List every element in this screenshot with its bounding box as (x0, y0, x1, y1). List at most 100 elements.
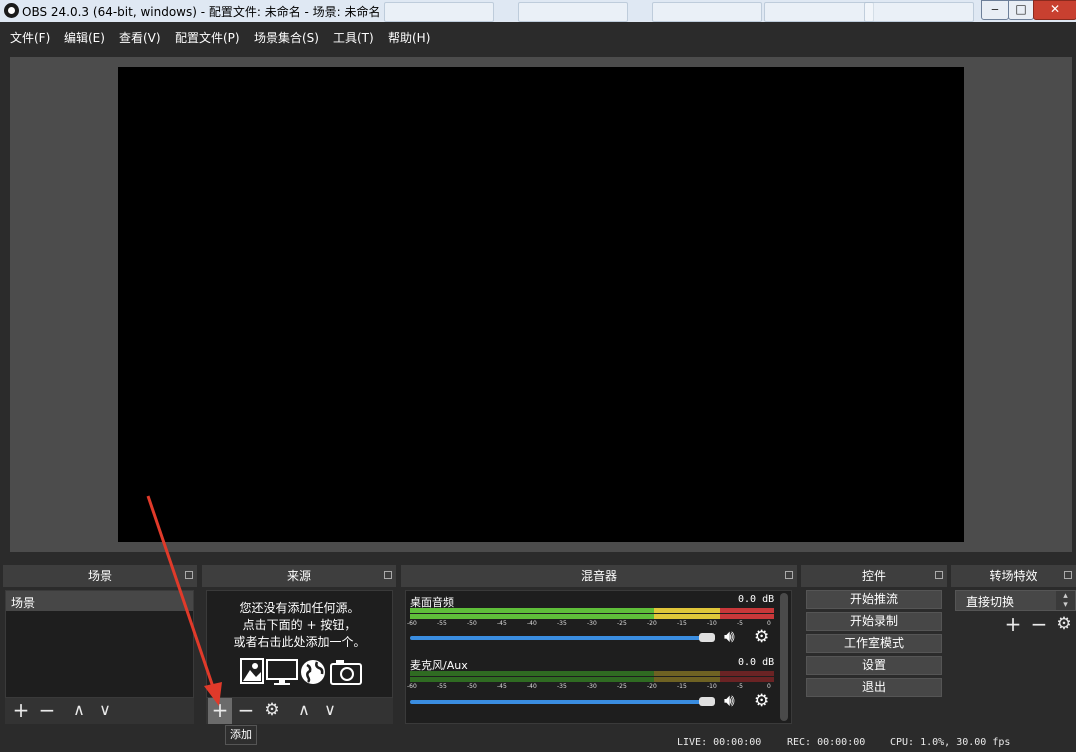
meter-tick-label: 0 (767, 620, 771, 627)
transition-select[interactable]: 直接切换 ▴ ▾ (955, 590, 1076, 611)
window-title: OBS 24.0.3 (64-bit, windows) - 配置文件: 未命名… (22, 5, 381, 19)
cpu-fps: CPU: 1.0%, 30.00 fps (890, 737, 1011, 748)
move-source-down-button[interactable]: ∨ (318, 698, 342, 724)
volume-meter-green (410, 608, 654, 613)
title-bar: OBS 24.0.3 (64-bit, windows) - 配置文件: 未命名… (0, 0, 1076, 22)
sources-list[interactable]: 您还没有添加任何源。 点击下面的 + 按钮， 或者右击此处添加一个。 (206, 590, 393, 698)
background-tab (518, 2, 628, 22)
status-bar: LIVE: 00:00:00 REC: 00:00:00 CPU: 1.0%, … (0, 734, 1076, 752)
meter-tick-label: -60 (407, 620, 417, 627)
meter-tick-label: -10 (707, 620, 717, 627)
hint-line: 您还没有添加任何源。 (239, 601, 360, 615)
speaker-icon[interactable]: 🔊︎ (724, 627, 735, 647)
meter-tick-label: -25 (617, 683, 627, 690)
undock-icon[interactable] (935, 571, 943, 579)
settings-button[interactable]: 设置 (806, 656, 942, 675)
source-properties-gear-icon[interactable]: ⚙ (260, 698, 284, 724)
meter-tick-label: -35 (557, 683, 567, 690)
add-source-button[interactable]: + (208, 698, 232, 724)
mixer-scrollbar[interactable] (780, 593, 788, 721)
scene-item-label: 场景 (11, 596, 36, 610)
hint-line: 或者右击此处添加一个。 (233, 635, 366, 649)
meter-tick-label: -15 (677, 620, 687, 627)
move-source-up-button[interactable]: ∧ (292, 698, 316, 724)
add-tooltip: 添加 (225, 725, 257, 745)
sources-toolbar: + − ⚙ ∧ ∨ (206, 698, 393, 724)
move-scene-up-button[interactable]: ∧ (67, 698, 91, 724)
remove-transition-button[interactable]: − (1027, 612, 1051, 638)
obs-logo-icon (4, 3, 19, 18)
menu-edit[interactable]: 编辑(E) (64, 29, 105, 46)
add-scene-button[interactable]: + (9, 698, 33, 724)
menu-bar: 文件(F) 编辑(E) 查看(V) 配置文件(P) 场景集合(S) 工具(T) … (0, 22, 1076, 52)
image-icon (240, 658, 264, 684)
menu-file[interactable]: 文件(F) (10, 29, 50, 46)
meter-tick-label: -20 (647, 620, 657, 627)
menu-tools[interactable]: 工具(T) (333, 29, 374, 46)
live-timer: LIVE: 00:00:00 (677, 737, 762, 748)
transition-properties-gear-icon[interactable]: ⚙ (1052, 612, 1076, 638)
meter-tick-label: -40 (527, 683, 537, 690)
volume-slider[interactable] (410, 700, 702, 704)
undock-icon[interactable] (185, 571, 193, 579)
volume-slider[interactable] (410, 636, 702, 640)
menu-profile[interactable]: 配置文件(P) (175, 29, 240, 46)
sources-empty-hint: 您还没有添加任何源。 点击下面的 + 按钮， 或者右击此处添加一个。 (207, 600, 392, 651)
add-transition-button[interactable]: + (1001, 612, 1025, 638)
meter-tick-label: -30 (587, 620, 597, 627)
background-tab (384, 2, 494, 22)
exit-button[interactable]: 退出 (806, 678, 942, 697)
gear-icon[interactable]: ⚙ (754, 691, 769, 711)
meter-tick-label: -60 (407, 683, 417, 690)
menu-help[interactable]: 帮助(H) (388, 29, 430, 46)
meter-tick-label: -55 (437, 620, 447, 627)
studio-mode-button[interactable]: 工作室模式 (806, 634, 942, 653)
remove-scene-button[interactable]: − (35, 698, 59, 724)
transitions-dock-title: 转场特效 (989, 569, 1038, 583)
meter-tick-label: -50 (467, 620, 477, 627)
scenes-toolbar: + − ∧ ∨ (5, 698, 194, 724)
start-recording-button[interactable]: 开始录制 (806, 612, 942, 631)
meter-tick-label: -50 (467, 683, 477, 690)
globe-icon (301, 660, 325, 684)
sources-dock-title: 来源 (286, 569, 311, 583)
background-tab (652, 2, 762, 22)
meter-scale: -60 -55 -50 -45 -40 -35 -30 -25 -20 -15 -10 -5 0 (407, 683, 774, 693)
mixer-track-level: 0.0 dB (738, 594, 775, 605)
volume-meter-yellow (654, 608, 720, 613)
mixer-panel: 桌面音频 0.0 dB -60 -55 -50 -45 -40 -35 -30 -25 -20-… (405, 590, 792, 724)
speaker-icon[interactable]: 🔊︎ (724, 691, 735, 711)
preview-canvas[interactable] (118, 67, 964, 542)
remove-source-button[interactable]: − (234, 698, 258, 724)
volume-meter-red (720, 608, 774, 613)
minimize-button[interactable]: ‒ (981, 0, 1009, 20)
undock-icon[interactable] (384, 571, 392, 579)
start-streaming-button[interactable]: 开始推流 (806, 590, 942, 609)
volume-meter-red (720, 614, 774, 619)
meter-tick-label: -55 (437, 683, 447, 690)
monitor-icon (266, 659, 298, 685)
transition-selected-value: 直接切换 (966, 595, 1015, 609)
scenes-dock-header: 场景 (3, 565, 197, 587)
meter-tick-label: -40 (527, 620, 537, 627)
scenes-list[interactable]: 场景 (5, 590, 194, 698)
move-scene-down-button[interactable]: ∨ (93, 698, 117, 724)
close-button[interactable]: ✕ (1033, 0, 1076, 20)
scene-list-item[interactable]: 场景 (6, 591, 193, 611)
volume-slider-knob[interactable] (699, 633, 715, 642)
volume-slider-knob[interactable] (699, 697, 715, 706)
meter-tick-label: -5 (737, 620, 743, 627)
hint-line: 点击下面的 + 按钮， (242, 618, 357, 632)
maximize-button[interactable]: □ (1008, 0, 1034, 20)
gear-icon[interactable]: ⚙ (754, 627, 769, 647)
undock-icon[interactable] (785, 571, 793, 579)
camera-icon (330, 660, 362, 685)
menu-scene-collection[interactable]: 场景集合(S) (254, 29, 319, 46)
background-tab (764, 2, 874, 22)
undock-icon[interactable] (1064, 571, 1072, 579)
controls-dock-title: 控件 (861, 569, 886, 583)
menu-view[interactable]: 查看(V) (119, 29, 161, 46)
meter-tick-label: -20 (647, 683, 657, 690)
transitions-dock-header: 转场特效 (951, 565, 1076, 587)
volume-meter-yellow (654, 614, 720, 619)
